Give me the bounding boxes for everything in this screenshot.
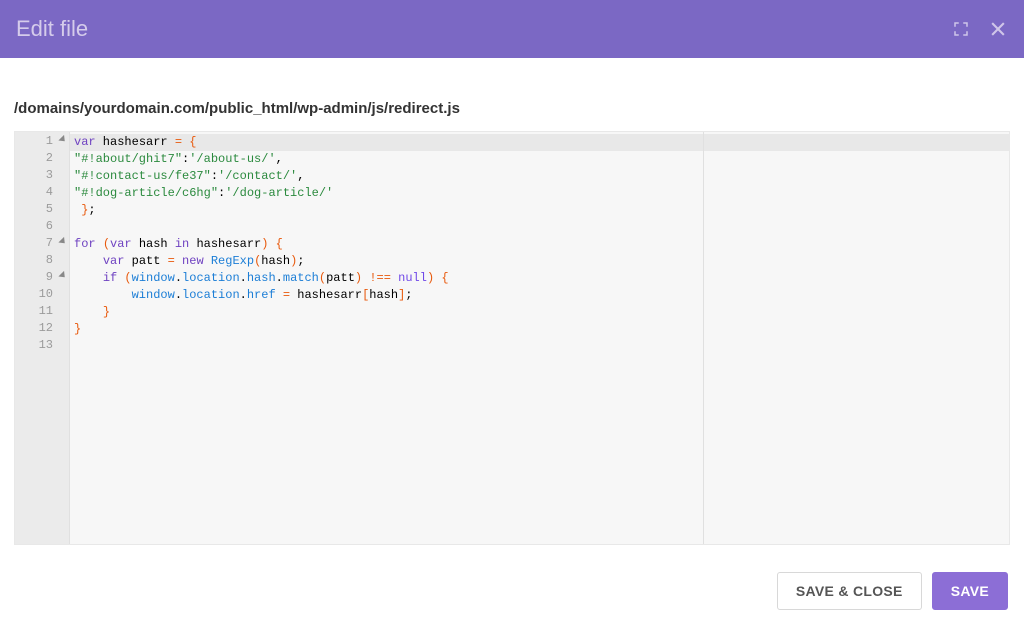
code-line[interactable]: }; (70, 202, 1009, 219)
code-line[interactable]: "#!contact-us/fe37":'/contact/', (70, 168, 1009, 185)
file-path: /domains/yourdomain.com/public_html/wp-a… (14, 100, 1010, 117)
code-line[interactable]: for (var hash in hashesarr) { (70, 236, 1009, 253)
editor-gutter: 12345678910111213 (15, 132, 70, 544)
print-margin-line (703, 132, 704, 544)
header-actions (952, 19, 1008, 39)
gutter-line-number: 6 (15, 219, 69, 236)
code-line[interactable]: "#!about/ghit7":'/about-us/', (70, 151, 1009, 168)
fold-marker-icon[interactable] (58, 135, 67, 144)
code-line[interactable]: } (70, 304, 1009, 321)
code-editor[interactable]: 12345678910111213 var hashesarr = {"#!ab… (14, 131, 1010, 545)
gutter-line-number: 3 (15, 168, 69, 185)
dialog-title: Edit file (16, 16, 88, 42)
fold-marker-icon[interactable] (58, 237, 67, 246)
gutter-line-number: 11 (15, 304, 69, 321)
gutter-line-number: 13 (15, 338, 69, 355)
dialog-header: Edit file (0, 0, 1024, 58)
gutter-line-number: 9 (15, 270, 69, 287)
gutter-line-number: 12 (15, 321, 69, 338)
dialog-body: /domains/yourdomain.com/public_html/wp-a… (0, 58, 1024, 545)
code-line[interactable]: } (70, 321, 1009, 338)
gutter-line-number: 4 (15, 185, 69, 202)
code-line[interactable]: window.location.href = hashesarr[hash]; (70, 287, 1009, 304)
gutter-line-number: 2 (15, 151, 69, 168)
fullscreen-icon[interactable] (952, 20, 970, 38)
gutter-line-number: 10 (15, 287, 69, 304)
fold-marker-icon[interactable] (58, 271, 67, 280)
code-line[interactable]: if (window.location.hash.match(patt) !==… (70, 270, 1009, 287)
save-and-close-button[interactable]: SAVE & CLOSE (777, 572, 922, 610)
save-button[interactable]: SAVE (932, 572, 1008, 610)
gutter-line-number: 1 (15, 134, 69, 151)
code-line[interactable]: var patt = new RegExp(hash); (70, 253, 1009, 270)
gutter-line-number: 5 (15, 202, 69, 219)
gutter-line-number: 8 (15, 253, 69, 270)
editor-code-area[interactable]: var hashesarr = {"#!about/ghit7":'/about… (70, 132, 1009, 544)
code-line[interactable] (70, 338, 1009, 355)
close-icon[interactable] (988, 19, 1008, 39)
dialog-footer: SAVE & CLOSE SAVE (777, 572, 1008, 610)
code-line[interactable] (70, 219, 1009, 236)
gutter-line-number: 7 (15, 236, 69, 253)
code-line[interactable]: var hashesarr = { (70, 134, 1009, 151)
code-line[interactable]: "#!dog-article/c6hg":'/dog-article/' (70, 185, 1009, 202)
